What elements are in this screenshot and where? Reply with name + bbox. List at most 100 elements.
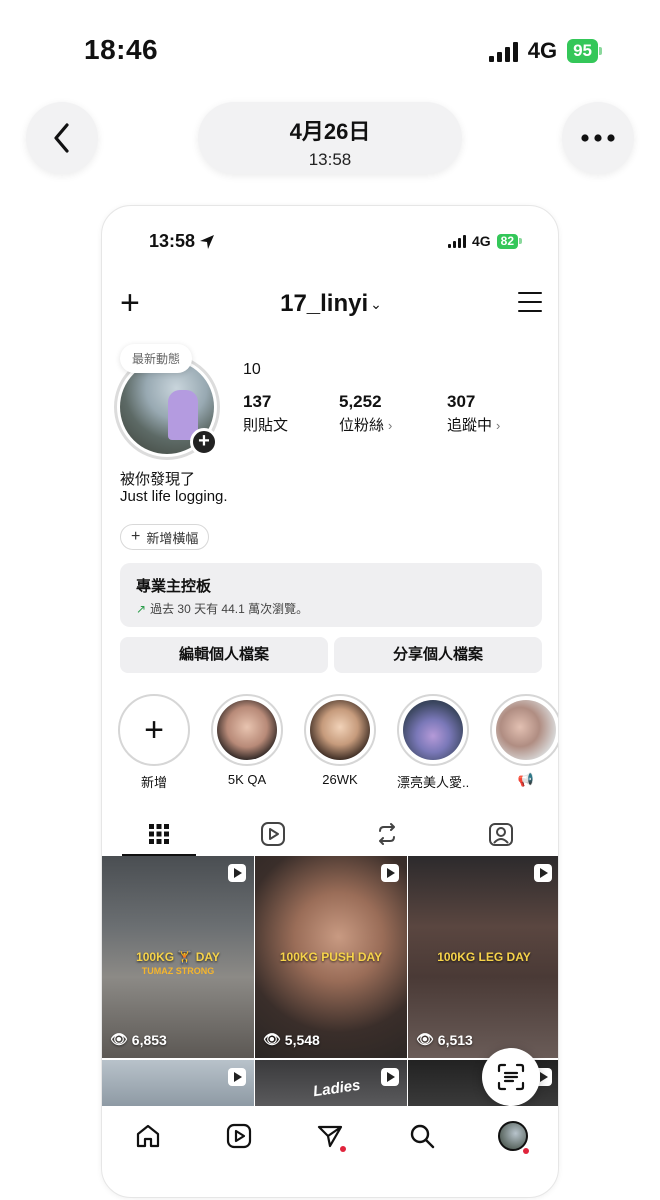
tab-tagged[interactable]	[464, 812, 538, 856]
stat-value: 307	[447, 392, 476, 411]
date-label: 4月26日	[289, 119, 371, 144]
reel-play-icon	[228, 864, 246, 882]
inner-status-bar: 13:58 4G 82	[102, 206, 558, 276]
highlight-cover	[496, 700, 556, 760]
stat-label: 則貼文	[243, 417, 289, 434]
highlight-new[interactable]: + 新增	[118, 694, 190, 791]
network-label: 4G	[527, 38, 558, 63]
nav-home[interactable]	[130, 1118, 166, 1154]
reels-icon	[261, 822, 285, 846]
eye-icon: 👁	[416, 1031, 434, 1047]
nav-profile[interactable]	[495, 1118, 531, 1154]
battery-icon: 95	[567, 39, 602, 63]
stat-label: 位粉絲 ›	[339, 417, 393, 434]
professional-dashboard[interactable]: 專業主控板 ↗ 過去 30 天有 44.1 萬次瀏覽。	[120, 563, 542, 627]
stat-following[interactable]: 307 追蹤中 ›	[447, 392, 500, 435]
highlight-item[interactable]: 26WK	[304, 694, 376, 787]
trend-up-icon: ↗	[136, 602, 147, 616]
reels-icon	[226, 1123, 252, 1149]
add-banner-button[interactable]: + 新增橫幅	[120, 524, 210, 550]
nav-reels[interactable]	[221, 1118, 257, 1154]
post-tile[interactable]	[102, 1060, 254, 1106]
highlight-label: 漂亮美人愛...	[397, 775, 469, 790]
bottom-navigation	[102, 1106, 558, 1166]
post-tile[interactable]: 100KG LEG DAY 👁 6,513	[408, 856, 558, 1058]
bio-line: Just life logging.	[120, 488, 228, 505]
eye-icon: 👁	[110, 1031, 128, 1047]
chevron-right-icon: ›	[496, 418, 501, 433]
screenshot-preview[interactable]: 13:58 4G 82 + 17_linyi ⌄ + 最新動態 10 137 則貼	[101, 205, 559, 1198]
stat-value: 137	[243, 392, 272, 411]
reel-play-icon	[381, 864, 399, 882]
plus-icon: +	[118, 694, 190, 766]
menu-button[interactable]	[518, 292, 542, 312]
reel-play-icon	[381, 1068, 399, 1086]
post-caption: 100KG 🏋 DAY	[136, 950, 220, 964]
outer-status-icons: 4G 95	[488, 38, 602, 64]
add-banner-label: 新增橫幅	[146, 530, 199, 546]
stat-followers[interactable]: 5,252 位粉絲 ›	[339, 392, 392, 435]
highlight-item[interactable]: 5K QA	[211, 694, 283, 787]
edit-profile-button[interactable]: 編輯個人檔案	[120, 637, 328, 673]
live-text-scan-icon	[497, 1063, 525, 1091]
post-tile[interactable]: 100KG PUSH DAY 👁 5,548	[255, 856, 407, 1058]
notification-dot	[340, 1146, 346, 1152]
back-button[interactable]	[26, 102, 98, 174]
dashboard-subtitle: ↗ 過去 30 天有 44.1 萬次瀏覽。	[136, 602, 309, 616]
search-icon	[410, 1124, 435, 1149]
bio-line: 被你發現了	[120, 471, 196, 488]
stat-posts[interactable]: 137 則貼文	[243, 392, 288, 435]
nav-search[interactable]	[404, 1118, 440, 1154]
tab-reposts[interactable]	[350, 812, 424, 856]
more-horizontal-icon	[581, 134, 615, 142]
highlight-cover	[403, 700, 463, 760]
profile-tabs	[102, 812, 558, 856]
location-arrow-icon	[200, 234, 215, 249]
highlight-item[interactable]: 漂亮美人愛...	[397, 694, 469, 791]
reel-play-icon	[228, 1068, 246, 1086]
profile-avatar-small	[498, 1121, 528, 1151]
chevron-left-icon	[54, 123, 69, 153]
post-views: 👁 6,513	[416, 1031, 473, 1048]
scan-text-button[interactable]	[482, 1048, 540, 1106]
profile-header: + 17_linyi ⌄	[102, 286, 558, 322]
more-button[interactable]	[562, 102, 634, 174]
notification-dot	[523, 1148, 529, 1154]
highlight-item[interactable]: 📢	[490, 694, 558, 788]
battery-level: 95	[567, 39, 598, 63]
tab-reels[interactable]	[236, 812, 310, 856]
post-tile[interactable]: 100KG 🏋 DAY TUMAZ STRONG 👁 6,853	[102, 856, 254, 1058]
tab-posts[interactable]	[122, 812, 196, 856]
highlight-label: 26WK	[322, 772, 358, 787]
post-caption-secondary: TUMAZ STRONG	[141, 966, 215, 976]
post-tile[interactable]: Ladies	[255, 1060, 407, 1106]
post-caption: 100KG PUSH DAY	[279, 950, 383, 964]
highlight-label: 新增	[140, 775, 167, 790]
signal-icon	[447, 234, 466, 248]
date-pill[interactable]: 4月26日 13:58	[198, 102, 462, 174]
nav-messages[interactable]	[312, 1118, 348, 1154]
time-label: 13:58	[308, 150, 352, 169]
inner-time: 13:58	[149, 231, 196, 251]
share-profile-button[interactable]: 分享個人檔案	[334, 637, 542, 673]
username: 17_linyi	[280, 290, 369, 317]
repost-icon	[379, 823, 395, 845]
post-overlay-text: Ladies	[312, 1076, 362, 1101]
profile-name: 10	[243, 361, 261, 378]
reel-play-icon	[534, 864, 552, 882]
note-bubble[interactable]: 最新動態	[120, 344, 193, 373]
home-icon	[136, 1124, 160, 1148]
stat-value: 5,252	[339, 392, 382, 411]
battery-icon: 82	[496, 233, 522, 249]
dashboard-title: 專業主控板	[136, 578, 212, 595]
grid-icon	[149, 824, 169, 844]
send-icon	[317, 1125, 343, 1148]
username-switcher[interactable]: 17_linyi ⌄	[102, 290, 558, 318]
inner-time-wrap: 13:58	[149, 231, 215, 252]
plus-icon: +	[131, 528, 141, 545]
signal-icon	[488, 40, 518, 62]
eye-icon: 👁	[263, 1031, 281, 1047]
add-story-plus-icon[interactable]: +	[190, 428, 218, 456]
chevron-down-icon: ⌄	[370, 296, 382, 313]
post-views: 👁 5,548	[263, 1031, 320, 1048]
